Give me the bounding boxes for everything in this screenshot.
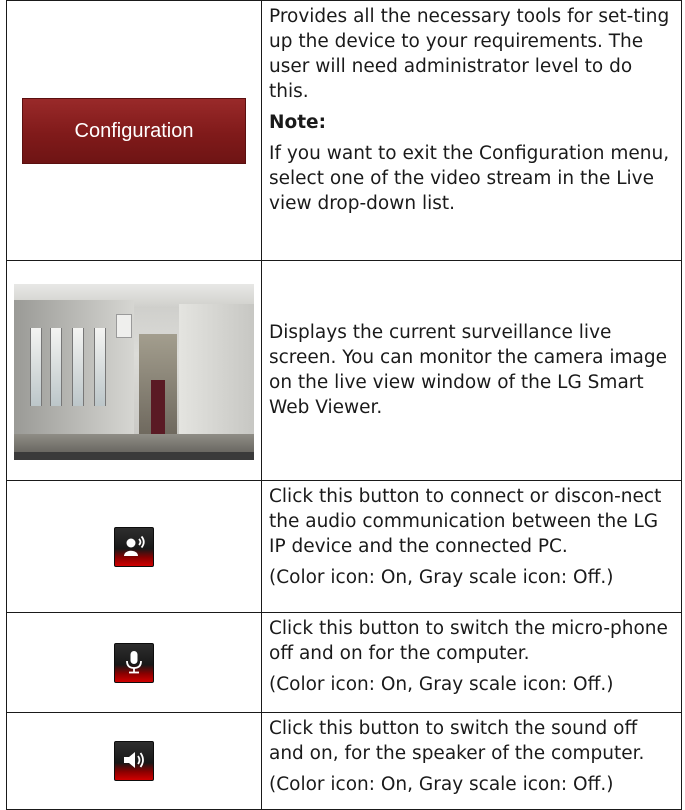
- table-row: Displays the current surveillance live s…: [6, 260, 682, 481]
- description-cell: Click this button to switch the micro-ph…: [261, 612, 682, 713]
- wall-panel: [179, 303, 254, 444]
- note-label: Note:: [269, 112, 326, 133]
- window: [94, 327, 106, 406]
- icon-cell: Configuration: [6, 0, 262, 261]
- feature-table: Configuration Provides all the necessary…: [6, 0, 682, 810]
- table-row: Click this button to connect or discon-n…: [6, 480, 682, 613]
- description-text: Click this button to switch the micro-ph…: [269, 618, 668, 664]
- table-row: Click this button to switch the micro-ph…: [6, 612, 682, 713]
- description-cell: Displays the current surveillance live s…: [261, 260, 682, 481]
- speaker-button[interactable]: [114, 741, 154, 781]
- speaker-icon: [124, 752, 144, 768]
- description-text: Click this button to connect or discon-n…: [269, 486, 662, 557]
- icon-cell: [6, 480, 262, 613]
- icon-cell: [6, 260, 262, 481]
- live-view-image: [14, 283, 254, 460]
- wall-box: [116, 313, 132, 338]
- microphone-button[interactable]: [114, 642, 154, 683]
- cabinet: [151, 379, 165, 438]
- description-cell: Provides all the necessary tools for set…: [261, 0, 682, 261]
- audio-communication-icon: [124, 535, 145, 556]
- microphone-icon: [126, 650, 142, 673]
- icon-cell: [6, 712, 262, 810]
- configuration-button[interactable]: Configuration: [22, 97, 246, 164]
- status-note: (Color icon: On, Gray scale icon: Off.): [269, 567, 614, 588]
- table-row: Click this button to switch the sound of…: [6, 712, 682, 810]
- description-text: Click this button to switch the sound of…: [269, 718, 645, 764]
- status-note: (Color icon: On, Gray scale icon: Off.): [269, 674, 614, 695]
- description-text: Displays the current surveillance live s…: [269, 322, 668, 418]
- table-row: Configuration Provides all the necessary…: [6, 0, 682, 261]
- description-text: Provides all the necessary tools for set…: [269, 6, 670, 102]
- description-cell: Click this button to switch the sound of…: [261, 712, 682, 810]
- window: [50, 327, 62, 406]
- note-text: If you want to exit the Configuration me…: [269, 143, 670, 214]
- image-bottom-bar: [14, 451, 254, 460]
- audio-communication-button[interactable]: [114, 526, 154, 567]
- window: [72, 327, 84, 406]
- icon-cell: [6, 612, 262, 713]
- description-cell: Click this button to connect or discon-n…: [261, 480, 682, 613]
- status-note: (Color icon: On, Gray scale icon: Off.): [269, 774, 614, 795]
- floor: [14, 433, 254, 452]
- window: [30, 327, 42, 406]
